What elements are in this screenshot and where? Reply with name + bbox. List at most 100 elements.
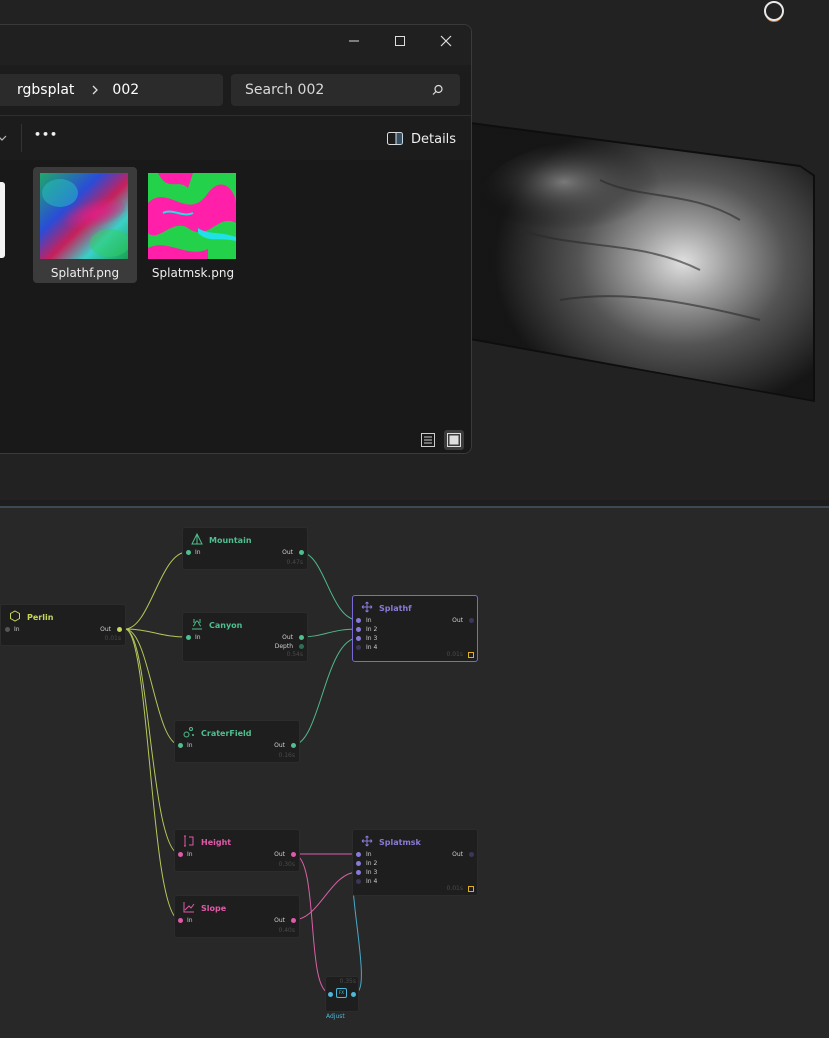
node-mountain[interactable]: Mountain In Out 0.47s — [182, 527, 308, 570]
output-port[interactable] — [469, 618, 474, 623]
divider — [21, 124, 22, 152]
port-label: Out — [452, 617, 463, 624]
details-label: Details — [411, 131, 457, 147]
output-port[interactable] — [299, 635, 304, 640]
input-port[interactable] — [178, 743, 183, 748]
file-item-splathf[interactable]: Splathf.png — [33, 167, 137, 283]
wire-canyon-splathf — [299, 628, 359, 638]
port-label: Out — [274, 917, 285, 924]
input-port[interactable] — [178, 918, 183, 923]
address-bar-row: rgbsplat 002 Search 002 — [0, 65, 471, 115]
input-port[interactable] — [5, 627, 10, 632]
input-port-1[interactable] — [356, 852, 361, 857]
input-port-4[interactable] — [356, 879, 361, 884]
output-port[interactable] — [291, 918, 296, 923]
input-port[interactable] — [328, 992, 333, 997]
input-port-4[interactable] — [356, 645, 361, 650]
details-view-button[interactable] — [419, 431, 437, 449]
node-perlin[interactable]: Perlin In Out 0.01s — [0, 604, 126, 646]
node-title: Height — [201, 838, 232, 847]
exec-time: 0.01s — [104, 635, 122, 642]
port-label: Out — [282, 549, 293, 556]
node-connections — [124, 551, 362, 994]
title-bar[interactable] — [0, 25, 471, 65]
port-label: In 3 — [366, 869, 378, 876]
canyon-icon — [192, 619, 202, 630]
chevron-down-icon[interactable] — [0, 133, 7, 143]
port-label: Depth — [274, 643, 293, 650]
output-port-depth[interactable] — [299, 644, 304, 649]
exec-time: 0.54s — [286, 651, 304, 658]
node-slope[interactable]: Slope In Out 0.40s — [174, 895, 300, 938]
input-port-2[interactable] — [356, 627, 361, 632]
node-splathf[interactable]: Splathf In In 2 In 3 In 4 Out 0.01s — [352, 595, 478, 662]
output-port[interactable] — [291, 743, 296, 748]
file-name-splathf: Splathf.png — [50, 266, 120, 280]
node-graph-editor[interactable]: Perlin In Out 0.01s Mountain In Out 0.47… — [0, 506, 829, 1038]
node-title: Canyon — [209, 621, 243, 630]
node-adjust[interactable]: 0.35s FX — [325, 976, 359, 1012]
details-pane-button[interactable]: Details — [387, 128, 456, 150]
output-port[interactable] — [117, 627, 122, 632]
node-title: Splathf — [379, 604, 412, 613]
search-placeholder: Search 002 — [245, 82, 325, 98]
partial-file-icon[interactable] — [0, 182, 5, 258]
chevron-right-icon — [92, 85, 99, 95]
port-label: In — [14, 626, 20, 633]
node-height[interactable]: Height In Out 0.30s — [174, 829, 300, 872]
wire-mountain-splathf — [299, 551, 359, 621]
port-label: Out — [100, 626, 111, 633]
exec-time: 0.16s — [278, 752, 296, 759]
port-label: Out — [452, 851, 463, 858]
maximize-button[interactable] — [377, 25, 423, 57]
port-label: In — [366, 617, 372, 624]
large-icons-view-button[interactable] — [444, 430, 464, 450]
save-icon[interactable] — [468, 652, 474, 658]
output-port[interactable] — [351, 992, 356, 997]
exec-time: 0.40s — [278, 927, 296, 934]
input-port-3[interactable] — [356, 636, 361, 641]
craters-icon — [183, 727, 194, 738]
input-port-3[interactable] — [356, 870, 361, 875]
port-label: Out — [274, 851, 285, 858]
minimize-button[interactable] — [331, 25, 377, 57]
maximize-icon — [395, 36, 405, 46]
file-item-splatmsk[interactable]: Splatmsk.png — [141, 167, 245, 283]
port-label: In — [195, 549, 201, 556]
breadcrumb[interactable]: rgbsplat 002 — [0, 74, 223, 106]
port-label: In — [366, 851, 372, 858]
fx-icon: FX — [336, 988, 347, 998]
port-label: In 3 — [366, 635, 378, 642]
node-splatmsk[interactable]: Splatmsk In In 2 In 3 In 4 Out 0.01s — [352, 829, 478, 896]
large-icons-view-icon — [447, 433, 461, 447]
file-list-area[interactable]: Splathf.png Splatmsk.png — [0, 160, 471, 453]
node-craterfield[interactable]: CraterField In Out 0.16s — [174, 720, 300, 763]
more-options-button[interactable]: ••• — [31, 128, 61, 150]
save-icon[interactable] — [468, 886, 474, 892]
exec-time: 0.01s — [446, 651, 464, 658]
output-port[interactable] — [299, 550, 304, 555]
port-label: In 4 — [366, 878, 378, 885]
input-port[interactable] — [186, 635, 191, 640]
wire-perlin-craterfield — [124, 628, 181, 746]
output-port[interactable] — [291, 852, 296, 857]
close-icon — [440, 35, 452, 47]
breadcrumb-item-rgbsplat[interactable]: rgbsplat — [17, 82, 74, 98]
record-indicator[interactable] — [764, 1, 784, 21]
minimize-icon — [349, 40, 359, 42]
wire-slope-splatmsk — [292, 871, 359, 921]
mountain-icon — [191, 533, 203, 545]
wire-perlin-slope — [124, 628, 181, 921]
node-title: Mountain — [209, 536, 252, 545]
input-port[interactable] — [178, 852, 183, 857]
search-input[interactable]: Search 002 — [231, 74, 460, 106]
exec-time: 0.30s — [278, 861, 296, 868]
close-button[interactable] — [423, 25, 469, 57]
breadcrumb-item-002[interactable]: 002 — [112, 82, 139, 98]
output-port[interactable] — [469, 852, 474, 857]
input-port[interactable] — [186, 550, 191, 555]
input-port-1[interactable] — [356, 618, 361, 623]
input-port-2[interactable] — [356, 861, 361, 866]
exec-time: 0.35s — [339, 978, 357, 985]
node-canyon[interactable]: Canyon In Out Depth 0.54s — [182, 612, 308, 662]
